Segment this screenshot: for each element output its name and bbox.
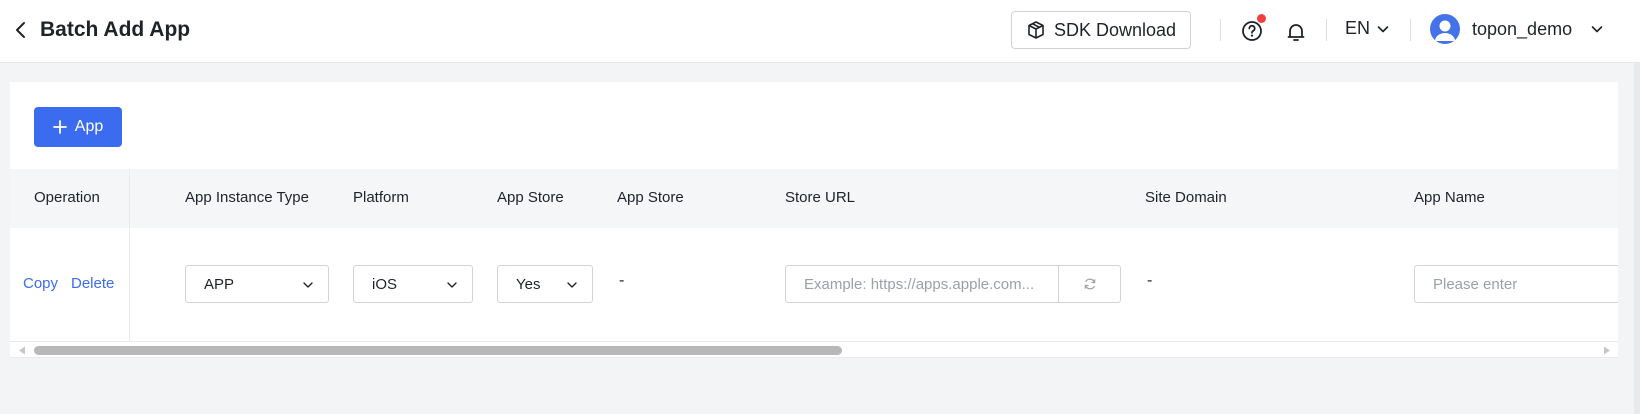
- add-app-label: App: [74, 118, 104, 135]
- column-header-app-name: App Name: [1414, 189, 1485, 206]
- column-header-operation: Operation: [34, 189, 100, 206]
- column-header-store-url: Store URL: [785, 189, 856, 206]
- table-header: Operation App Instance Type Platform App…: [10, 169, 1618, 228]
- app-store-readonly-value: -: [619, 272, 625, 289]
- chevron-down-icon: [1377, 25, 1389, 32]
- store-url-input[interactable]: [786, 266, 1059, 302]
- app-store-select[interactable]: Yes: [497, 265, 593, 303]
- back-arrow-icon[interactable]: [10, 18, 32, 42]
- chevron-down-icon: [303, 282, 313, 288]
- header-divider: [1410, 19, 1411, 41]
- avatar: [1430, 14, 1460, 44]
- app-name-input[interactable]: [1414, 265, 1618, 303]
- sdk-download-label: SDK Download: [1053, 19, 1177, 40]
- column-header-site-domain: Site Domain: [1145, 189, 1227, 206]
- site-domain-value: -: [1147, 272, 1153, 289]
- batch-add-card: App Operation App Instance Type Platform…: [10, 82, 1618, 358]
- sdk-download-button[interactable]: SDK Download: [1011, 11, 1191, 49]
- notification-dot: [1257, 14, 1266, 23]
- bell-icon[interactable]: [1285, 20, 1307, 44]
- store-url-field: [785, 265, 1121, 303]
- header-divider: [1220, 19, 1221, 41]
- chevron-down-icon: [447, 282, 457, 288]
- platform-select[interactable]: iOS: [353, 265, 473, 303]
- column-header-app-store-2: App Store: [617, 189, 684, 206]
- user-menu[interactable]: topon_demo: [1430, 14, 1604, 44]
- horizontal-scrollbar[interactable]: [10, 342, 1618, 358]
- package-icon: [1028, 21, 1044, 39]
- username: topon_demo: [1472, 18, 1573, 39]
- delete-link[interactable]: Delete: [71, 275, 114, 292]
- scroll-left-arrow-icon[interactable]: [18, 346, 26, 355]
- column-header-platform: Platform: [353, 189, 409, 206]
- language-selector[interactable]: EN: [1345, 18, 1390, 39]
- scroll-right-arrow-icon[interactable]: [1603, 346, 1611, 355]
- add-app-button[interactable]: App: [34, 107, 122, 147]
- chevron-down-icon: [567, 282, 577, 288]
- copy-link[interactable]: Copy: [23, 275, 58, 292]
- app-instance-type-select[interactable]: APP: [185, 265, 329, 303]
- column-header-app-instance-type: App Instance Type: [185, 189, 309, 206]
- language-label: EN: [1345, 18, 1371, 38]
- platform-value: iOS: [372, 275, 398, 293]
- app-store-value: Yes: [516, 275, 541, 293]
- scrollbar-thumb[interactable]: [34, 346, 842, 355]
- column-header-app-store: App Store: [497, 189, 564, 206]
- header-divider: [1326, 19, 1327, 41]
- page-vertical-scrollbar[interactable]: [1634, 63, 1640, 414]
- top-header: Batch Add App SDK Download EN topon_demo: [0, 0, 1640, 63]
- table-row: Copy Delete APP iOS Yes - Example: https…: [10, 228, 1618, 342]
- page-title: Batch Add App: [40, 18, 191, 41]
- chevron-down-icon: [1591, 26, 1603, 33]
- app-instance-type-value: APP: [204, 275, 235, 293]
- operation-column-divider: [129, 169, 130, 342]
- plus-icon: [52, 120, 67, 134]
- refresh-icon[interactable]: [1058, 266, 1120, 302]
